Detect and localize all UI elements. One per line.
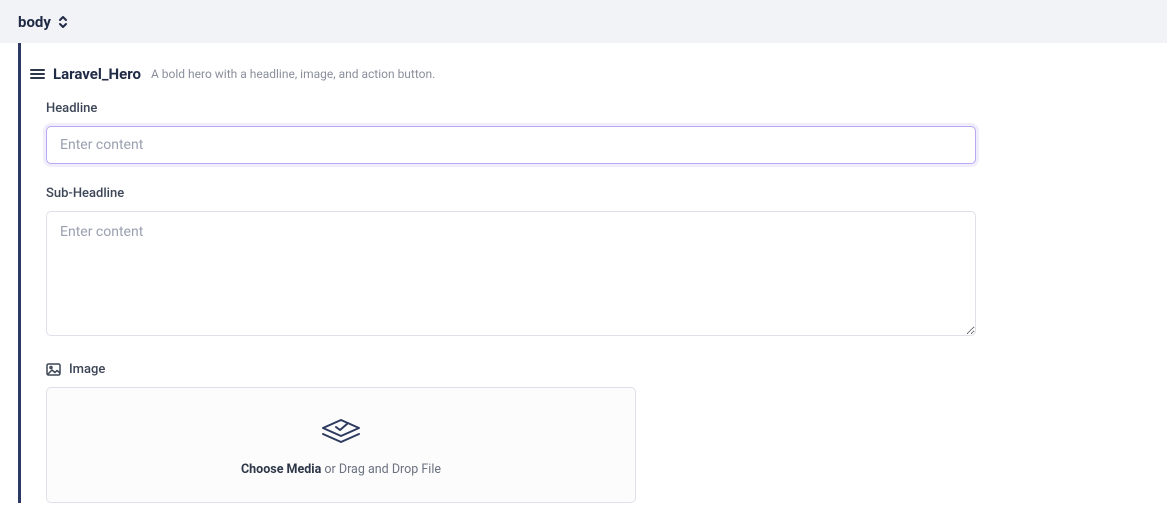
drag-handle-icon[interactable] bbox=[30, 68, 45, 80]
block-title: Laravel_Hero bbox=[53, 65, 141, 83]
image-label-text: Image bbox=[69, 362, 105, 377]
media-stack-icon bbox=[317, 414, 365, 450]
block-description: A bold hero with a headline, image, and … bbox=[151, 67, 435, 81]
content-block: Laravel_Hero A bold hero with a headline… bbox=[0, 43, 1167, 503]
fields-area: Headline Sub-Headline Image bbox=[22, 83, 976, 503]
choose-media-label: Choose Media bbox=[241, 462, 321, 477]
block-accent-bar bbox=[18, 43, 21, 503]
subheadline-label: Sub-Headline bbox=[46, 186, 976, 201]
field-image: Image Choose Media or Drag and Drop File bbox=[46, 362, 976, 503]
media-dropzone[interactable]: Choose Media or Drag and Drop File bbox=[46, 387, 636, 503]
drag-drop-label: or Drag and Drop File bbox=[321, 462, 441, 477]
field-subheadline: Sub-Headline bbox=[46, 186, 976, 340]
headline-input[interactable] bbox=[46, 126, 976, 164]
field-headline: Headline bbox=[46, 101, 976, 164]
media-drop-text: Choose Media or Drag and Drop File bbox=[241, 462, 441, 477]
image-label: Image bbox=[46, 362, 976, 377]
image-icon bbox=[46, 363, 61, 376]
subheadline-input[interactable] bbox=[46, 211, 976, 336]
block-header: Laravel_Hero A bold hero with a headline… bbox=[22, 43, 1167, 83]
expand-collapse-icon[interactable] bbox=[57, 15, 69, 29]
top-bar: body bbox=[0, 0, 1167, 43]
headline-label: Headline bbox=[46, 101, 976, 116]
topbar-title: body bbox=[18, 13, 51, 31]
